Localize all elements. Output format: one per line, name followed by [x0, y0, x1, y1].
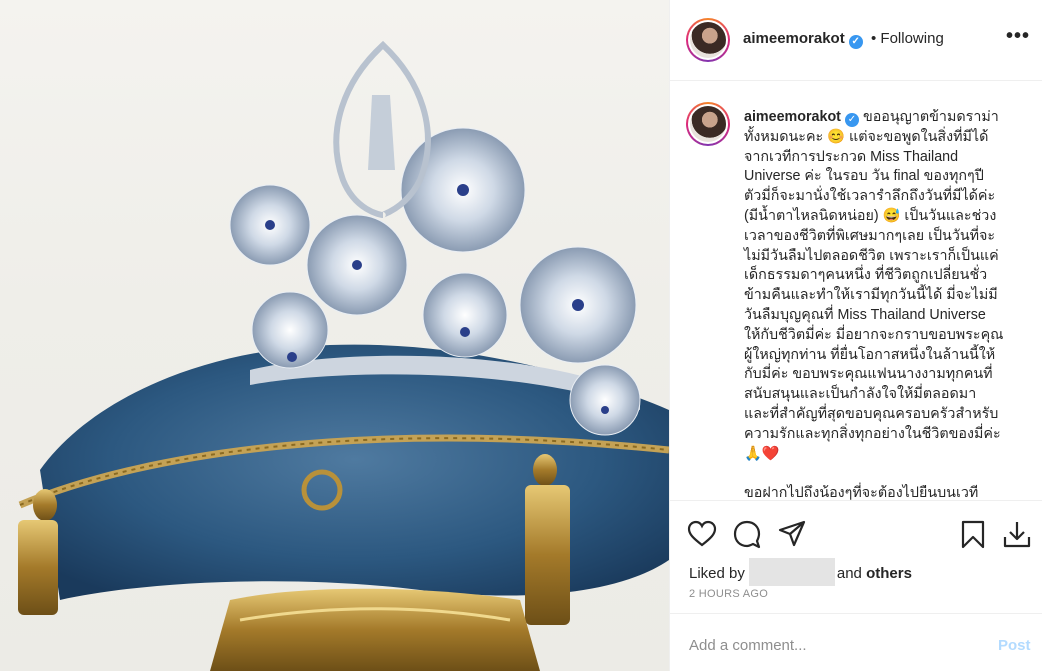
heart-icon[interactable]	[687, 519, 717, 549]
username-link[interactable]: aimeemorakot ✓	[743, 30, 863, 49]
caption-text: aimeemorakot ✓ ขออนุญาตข้ามดราม่า ทั้งหมด…	[744, 108, 1018, 500]
following-button[interactable]: • Following	[871, 30, 944, 47]
comment-box: Add a comment... Post	[670, 613, 1042, 671]
liked-by-others-link[interactable]: others	[866, 565, 912, 582]
caption-line: 🙏❤️	[744, 445, 780, 462]
verified-badge-icon: ✓	[844, 113, 859, 127]
caption-line: และที่สำคัญที่สุดขอบคุณครอบครัวสำหรับ	[744, 405, 999, 422]
caption-username-link[interactable]: aimeemorakot	[744, 109, 841, 125]
post-comment-button[interactable]: Post	[998, 637, 1031, 654]
timestamp[interactable]: 2 HOURS AGO	[689, 588, 768, 600]
bookmark-icon[interactable]	[958, 519, 988, 549]
likes-summary: Liked by and others	[689, 558, 912, 586]
caption-line: ความรักและทุกสิ่งทุกอย่างในชีวิตของมี่ค่…	[744, 425, 1001, 442]
caption-line: ขอฝากไปถึงน้องๆที่จะต้องไปยืนบนเวที	[744, 485, 979, 500]
caption-line: สนับสนุนและเป็นกำลังใจให้มี่ตลอดมา	[744, 386, 977, 403]
comment-input[interactable]: Add a comment...	[689, 637, 807, 654]
caption-line: ข้ามคืนและทำให้เรามีทุกวันนี้ได้ มี่จะไม…	[744, 287, 998, 304]
caption-line: (มีน้ำตาไหลนิดหน่อย) 😅 เป็นวันและช่วง	[744, 207, 997, 224]
caption-line: Universe ค่ะ ในรอบ วัน final ของทุกๆปี	[744, 168, 984, 185]
crown-on-pillow-image	[18, 40, 669, 671]
avatar[interactable]	[686, 18, 730, 62]
download-icon[interactable]	[1002, 519, 1032, 549]
post-image[interactable]	[0, 0, 669, 671]
more-options-icon[interactable]: •••	[1006, 25, 1030, 48]
caption-avatar[interactable]	[686, 102, 730, 146]
caption-line: จากเวทีการประกวด Miss Thailand	[744, 148, 959, 165]
comment-icon[interactable]	[732, 519, 762, 549]
caption-line: ทั้งหมดนะคะ 😊 แต่จะขอพูดในสิ่งที่มีได้	[744, 128, 989, 145]
verified-badge-icon: ✓	[848, 35, 863, 49]
caption-line: วันลืมบุญคุณที่ Miss Thailand Universe	[744, 306, 986, 323]
caption-line: ผู้ใหญ่ทุกท่าน ที่ยื่นโอกาสหนึ่งในล้านนี…	[744, 346, 996, 363]
liked-by-user-redacted[interactable]	[748, 558, 835, 586]
caption-line: เด็กธรรมดาๆคนหนึ่ง ที่ชีวิตถูกเปลี่ยนชั่…	[744, 267, 988, 284]
caption-line: กับมี่ค่ะ ขอบพระคุณแฟนนางงามทุกคนที่	[744, 366, 993, 383]
caption-line: เวลาของชีวิตที่พิเศษมากๆเลย เป็นวันที่จะ	[744, 227, 996, 244]
caption-line: ให้กับชีวิตมี่ค่ะ มี่อยากจะกราบขอบพระคุณ	[744, 326, 1004, 343]
post-header: aimeemorakot ✓ • Following •••	[670, 0, 1042, 81]
post-detail-panel: aimeemorakot ✓ • Following ••• aimeemorak…	[669, 0, 1042, 671]
caption-line: ตัวมี่ก็จะมานั่งใช้เวลารำลึกถึงวันที่มีไ…	[744, 188, 996, 205]
share-icon[interactable]	[777, 519, 807, 549]
action-bar: Liked by and others 2 HOURS AGO	[670, 500, 1042, 612]
caption-line: ไม่มีวันลืมไปตลอดชีวิต เพราะเราก็เป็นแค่	[744, 247, 999, 264]
caption-section: aimeemorakot ✓ ขออนุญาตข้ามดราม่า ทั้งหมด…	[670, 82, 1042, 500]
